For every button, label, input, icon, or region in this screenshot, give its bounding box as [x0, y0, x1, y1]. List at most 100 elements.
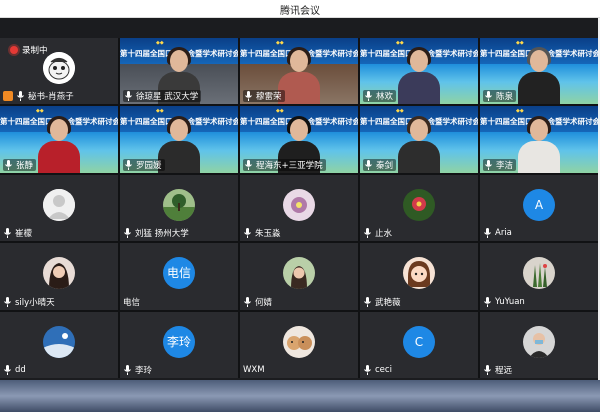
participant-tile[interactable]: 电信 电信 — [120, 243, 238, 310]
participant-name-label: 电信 — [123, 296, 140, 308]
plant-photo-icon — [523, 257, 555, 290]
participant-tile[interactable]: dd — [0, 311, 118, 378]
recording-label: 录制中 — [22, 46, 48, 56]
participant-tile[interactable]: sily小晴天 — [0, 243, 118, 310]
participant-name: 止水 — [375, 229, 393, 240]
participant-tile[interactable]: 武艳薇 — [360, 243, 478, 310]
microphone-icon — [243, 296, 252, 307]
person-silhouette-icon — [398, 47, 440, 105]
microphone-icon — [484, 91, 493, 102]
participant-tile[interactable]: 崔檬 — [0, 174, 118, 242]
participant-tile[interactable]: 朱玉淼 — [240, 174, 358, 242]
participant-name: 朱玉淼 — [255, 229, 281, 240]
cartoon-avatar-icon — [43, 52, 75, 85]
participant-name: 何婧 — [255, 297, 273, 308]
participant-name: 林欢 — [376, 92, 394, 103]
microphone-icon — [123, 228, 132, 239]
participant-name-label: 秘书-肖燕子 — [3, 90, 74, 102]
microphone-icon — [363, 365, 372, 375]
participant-name: dd — [15, 365, 26, 375]
participant-tile[interactable]: 何婧 — [240, 243, 358, 310]
participant-name-label: 朱玉淼 — [243, 227, 281, 239]
participant-tile[interactable]: ◆◆ 第十四届全国口译大会暨学术研讨会 徐琼星 武汉大学 — [120, 38, 238, 105]
letter-avatar-icon: 电信 — [163, 257, 195, 290]
participant-name-label: 崔檬 — [3, 227, 32, 239]
record-dot-icon — [10, 46, 18, 54]
participant-name: sily小晴天 — [15, 297, 55, 308]
participant-name-label: 程远 — [483, 364, 512, 376]
participant-tile[interactable]: ◆◆ 第十四届全国口译大会暨学术研讨会 林欢 — [360, 38, 478, 105]
participant-name: 秘书-肖燕子 — [28, 92, 74, 103]
microphone-icon — [483, 228, 492, 239]
logo-icon: ◆◆ — [276, 40, 284, 46]
participant-name-label: 徐琼星 武汉大学 — [123, 90, 202, 103]
microphone-icon — [4, 159, 13, 170]
logo-icon: ◆◆ — [156, 108, 164, 115]
title-bar: 腾讯会议 — [0, 0, 600, 18]
participant-name-label: Aria — [483, 227, 512, 239]
participant-tile[interactable]: ◆◆ 第十四届全国口译大会暨学术研讨会 秦剑 — [360, 106, 478, 173]
person-silhouette-icon — [398, 115, 440, 173]
participant-tile[interactable]: ◆◆ 第十四届全国口译大会暨学术研讨会 程海东+三亚学院 — [240, 106, 358, 173]
default-user-icon — [43, 188, 75, 221]
participant-name-label: YuYuan — [483, 296, 525, 308]
participant-name: 程远 — [495, 366, 513, 376]
microphone-icon — [364, 159, 373, 170]
logo-icon: ◆◆ — [276, 108, 284, 115]
participant-name: 秦剑 — [376, 160, 394, 171]
letter-avatar-icon: 李玲 — [163, 325, 195, 358]
participant-name: ceci — [375, 365, 392, 375]
participant-tile[interactable]: A Aria — [480, 174, 598, 242]
microphone-icon — [3, 365, 12, 375]
participant-name-label: ceci — [363, 364, 392, 376]
microphone-icon — [243, 228, 252, 239]
portrait-photo-icon — [523, 325, 555, 358]
participant-name-label: 止水 — [363, 227, 392, 239]
flower-photo-icon — [403, 188, 435, 221]
participant-name-label: 陈泉 — [483, 90, 517, 103]
participant-grid: 录制中 秘书-肖燕子 ◆◆ 第十四届全国口译大会暨学术研讨会 — [0, 38, 598, 378]
microphone-icon — [123, 365, 132, 375]
participant-name: 徐琼星 武汉大学 — [136, 92, 199, 103]
participant-name: 陈泉 — [496, 92, 514, 103]
logo-icon: ◆◆ — [36, 108, 44, 115]
participant-tile[interactable]: ◆◆ 第十四届全国口译大会暨学术研讨会 张静 — [0, 106, 118, 173]
sky-photo-icon — [43, 325, 75, 358]
microphone-icon — [363, 228, 372, 239]
microphone-icon — [483, 296, 492, 307]
participant-name-label: 刘猛 扬州大学 — [123, 227, 189, 239]
participant-tile[interactable]: YuYuan — [480, 243, 598, 310]
participant-tile[interactable]: ◆◆ 第十四届全国口译大会暨学术研讨会 罗园媛 — [120, 106, 238, 173]
participant-tile[interactable]: WXM — [240, 311, 358, 378]
participant-name: 电信 — [123, 297, 141, 308]
participant-name-label: 张静 — [3, 158, 37, 171]
participant-tile[interactable]: 止水 — [360, 174, 478, 242]
participant-tile[interactable]: 程远 — [480, 311, 598, 378]
microphone-icon — [363, 296, 372, 307]
participant-tile[interactable]: 录制中 秘书-肖燕子 — [0, 38, 118, 105]
participant-name: 张静 — [16, 160, 34, 171]
participant-name: YuYuan — [495, 296, 525, 307]
participant-name-label: sily小晴天 — [3, 296, 55, 308]
participant-tile[interactable]: ◆◆ 第十四届全国口译大会暨学术研讨会 穆雷荣 — [240, 38, 358, 105]
participant-name-label: 秦剑 — [363, 158, 397, 171]
dog-photo-icon — [283, 325, 315, 358]
participant-tile[interactable]: C ceci — [360, 311, 478, 378]
host-role-icon — [3, 91, 13, 102]
microphone-icon — [124, 91, 133, 102]
participant-name: 崔檬 — [15, 229, 33, 240]
participant-tile[interactable]: 刘猛 扬州大学 — [120, 174, 238, 242]
logo-icon: ◆◆ — [516, 40, 524, 46]
person-silhouette-icon — [38, 115, 80, 173]
cartoon-avatar-icon — [403, 257, 435, 290]
participant-tile[interactable]: ◆◆ 第十四届全国口译大会暨学术研讨会 陈泉 — [480, 38, 598, 105]
participant-tile[interactable]: ◆◆ 第十四届全国口译大会暨学术研讨会 李洁 — [480, 106, 598, 173]
letter-avatar-icon: C — [403, 325, 435, 358]
app-title: 腾讯会议 — [280, 6, 320, 17]
participant-name: 穆雷荣 — [256, 92, 282, 103]
participant-name: 程海东+三亚学院 — [256, 160, 323, 171]
microphone-icon — [124, 159, 133, 170]
microphone-icon — [3, 228, 12, 239]
participant-name-label: 罗园媛 — [123, 158, 165, 171]
participant-tile[interactable]: 李玲 李玲 — [120, 311, 238, 378]
